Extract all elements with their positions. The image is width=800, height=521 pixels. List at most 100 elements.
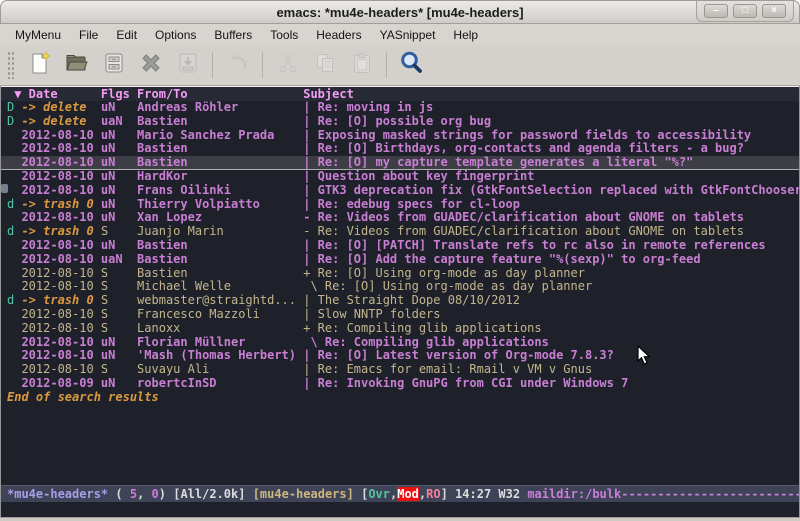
message-row[interactable]: 2012-08-10 uN Bastien | Re: [O] [PATCH] … <box>1 239 799 253</box>
message-row[interactable]: 2012-08-10 uN Mario Sanchez Prada | Expo… <box>1 129 799 143</box>
message-flags: uN <box>101 129 137 142</box>
column-flags: Flgs <box>101 87 137 101</box>
modeline-maildir: maildir:/bulk <box>527 487 621 501</box>
message-flags: uN <box>101 101 137 114</box>
message-flags: uN <box>101 336 137 349</box>
message-row[interactable]: D -> delete uN Andreas Röhler | Re: movi… <box>1 101 799 115</box>
menu-help[interactable]: Help <box>444 25 487 45</box>
message-date: 2012-08-10 <box>7 336 101 349</box>
menu-options[interactable]: Options <box>146 25 205 45</box>
message-date: 2012-08-10 <box>7 280 101 293</box>
message-date: 2012-08-10 <box>7 170 101 183</box>
echo-area-minibuffer[interactable] <box>1 502 799 517</box>
save-as-button <box>169 48 206 82</box>
menu-headers[interactable]: Headers <box>307 25 370 45</box>
toolbar-grip-handle[interactable] <box>7 51 15 79</box>
message-row[interactable]: 2012-08-10 S Lanoxx + Re: Compiling glib… <box>1 322 799 336</box>
message-date: 2012-08-10 <box>7 239 101 252</box>
mark-label: -> trash 0 <box>14 198 101 211</box>
message-flags: S <box>101 225 137 238</box>
message-row[interactable]: d -> trash 0 uN Thierry Volpiatto | Re: … <box>1 198 799 212</box>
mark-label: -> trash 0 <box>14 225 101 238</box>
mark-label: -> delete <box>14 115 101 128</box>
message-row[interactable]: d -> trash 0 S Juanjo Marin - Re: Videos… <box>1 225 799 239</box>
close-button[interactable]: × <box>762 4 786 18</box>
message-flags: uN <box>101 142 137 155</box>
message-date: 2012-08-10 <box>7 322 101 335</box>
copy-icon <box>312 50 338 81</box>
message-subject: | Re: Invoking GnuPG from CGI under Wind… <box>303 377 628 390</box>
delete-x-button[interactable] <box>132 48 169 82</box>
message-row[interactable]: 2012-08-10 uN Florian Müllner \ Re: Comp… <box>1 336 799 350</box>
scrollbar-thumb[interactable] <box>1 184 8 193</box>
message-row[interactable]: 2012-08-10 S Bastien + Re: [O] Using org… <box>1 267 799 281</box>
titlebar[interactable]: emacs: *mu4e-headers* [mu4e-headers] –□× <box>0 0 800 24</box>
menu-buffers[interactable]: Buffers <box>205 25 261 45</box>
message-date: 2012-08-10 <box>7 211 101 224</box>
message-subject: | Re: [O] Latest version of Org-mode 7.8… <box>303 349 614 362</box>
message-row[interactable]: 2012-08-10 uN Bastien | Re: [O] Birthday… <box>1 142 799 156</box>
message-row[interactable]: 2012-08-10 uN 'Mash (Thomas Herbert) | R… <box>1 349 799 363</box>
menu-file[interactable]: File <box>70 25 107 45</box>
message-from: Andreas Röhler <box>137 101 303 114</box>
message-flags: uN <box>101 239 137 252</box>
message-row[interactable]: d -> trash 0 S webmaster@straightd... | … <box>1 294 799 308</box>
message-subject: | Re: [O] my capture template generates … <box>303 156 693 169</box>
message-row[interactable]: 2012-08-10 uaN Bastien | Re: [O] Add the… <box>1 253 799 267</box>
message-subject: | Question about key fingerprint <box>303 170 534 183</box>
message-row[interactable]: D -> delete uaN Bastien | Re: [O] possib… <box>1 115 799 129</box>
modeline-mode-name: [mu4e-headers] <box>253 487 354 501</box>
modeline-plain: [All/2.0k] <box>173 487 252 501</box>
new-file-button[interactable] <box>21 48 58 82</box>
menu-mymenu[interactable]: MyMenu <box>6 25 70 45</box>
message-date: 2012-08-10 <box>7 129 101 142</box>
message-row[interactable]: 2012-08-10 uN Frans Oilinki | GTK3 depre… <box>1 184 799 198</box>
open-folder-button[interactable] <box>58 48 95 82</box>
menu-tools[interactable]: Tools <box>261 25 307 45</box>
maximize-button[interactable]: □ <box>733 4 757 18</box>
message-list: D -> delete uN Andreas Röhler | Re: movi… <box>1 101 799 391</box>
message-row-current[interactable]: 2012-08-10 uN Bastien | Re: [O] my captu… <box>1 156 799 170</box>
headers-column-header: ▼ Date Flgs From/To Subject <box>1 87 799 101</box>
menu-yasnippet[interactable]: YASnippet <box>371 25 445 45</box>
message-subject: - Re: Videos from GUADEC/clarification a… <box>303 225 744 238</box>
undo-icon <box>225 50 251 81</box>
paste-icon <box>349 50 375 81</box>
message-subject: | Re: edebug specs for cl-loop <box>303 198 520 211</box>
modeline-mod: Mod <box>397 487 419 501</box>
copy-button <box>306 48 343 82</box>
message-row[interactable]: 2012-08-09 uN robertcInSD | Re: Invoking… <box>1 377 799 391</box>
message-from: Florian Müllner <box>137 336 303 349</box>
message-row[interactable]: 2012-08-10 S Francesco Mazzoli | Slow NN… <box>1 308 799 322</box>
message-row[interactable]: 2012-08-10 uN Xan Lopez - Re: Videos fro… <box>1 211 799 225</box>
message-subject: | Re: Emacs for email: Rmail v VM v Gnus <box>303 363 592 376</box>
message-flags: uN <box>101 170 137 183</box>
mu4e-headers-buffer: ▼ Date Flgs From/To Subject D -> delete … <box>1 86 799 485</box>
message-subject: | Re: [O] Birthdays, org-contacts and ag… <box>303 142 744 155</box>
message-from: Juanjo Marin <box>137 225 303 238</box>
paste-button <box>343 48 380 82</box>
message-subject: + Re: Compiling glib applications <box>303 322 541 335</box>
message-row[interactable]: 2012-08-10 S Suvayu Ali | Re: Emacs for … <box>1 363 799 377</box>
message-subject: | GTK3 deprecation fix (GtkFontSelection… <box>303 184 799 197</box>
message-row[interactable]: 2012-08-10 uN HardKor | Question about k… <box>1 170 799 184</box>
message-date: 2012-08-10 <box>7 253 101 266</box>
modeline: *mu4e-headers* ( 5, 0) [All/2.0k] [mu4e-… <box>1 485 799 502</box>
menubar: MyMenuFileEditOptionsBuffersToolsHeaders… <box>0 24 800 45</box>
window-controls: –□ × <box>696 1 794 22</box>
delete-x-icon <box>138 50 164 81</box>
new-file-icon <box>27 50 53 81</box>
menu-edit[interactable]: Edit <box>107 25 146 45</box>
message-from: Xan Lopez <box>137 211 303 224</box>
minimize-button[interactable]: – <box>704 4 728 18</box>
message-flags: S <box>101 363 137 376</box>
message-from: Michael Welle <box>137 280 303 293</box>
message-row[interactable]: 2012-08-10 S Michael Welle \ Re: [O] Usi… <box>1 280 799 294</box>
message-subject: \ Re: [O] Using org-mode as day planner <box>303 280 592 293</box>
message-flags: uN <box>101 156 137 169</box>
save-cabinet-button[interactable] <box>95 48 132 82</box>
message-flags: S <box>101 267 137 280</box>
message-flags: uN <box>101 184 137 197</box>
search-button[interactable] <box>393 48 430 82</box>
message-from: Bastien <box>137 267 303 280</box>
